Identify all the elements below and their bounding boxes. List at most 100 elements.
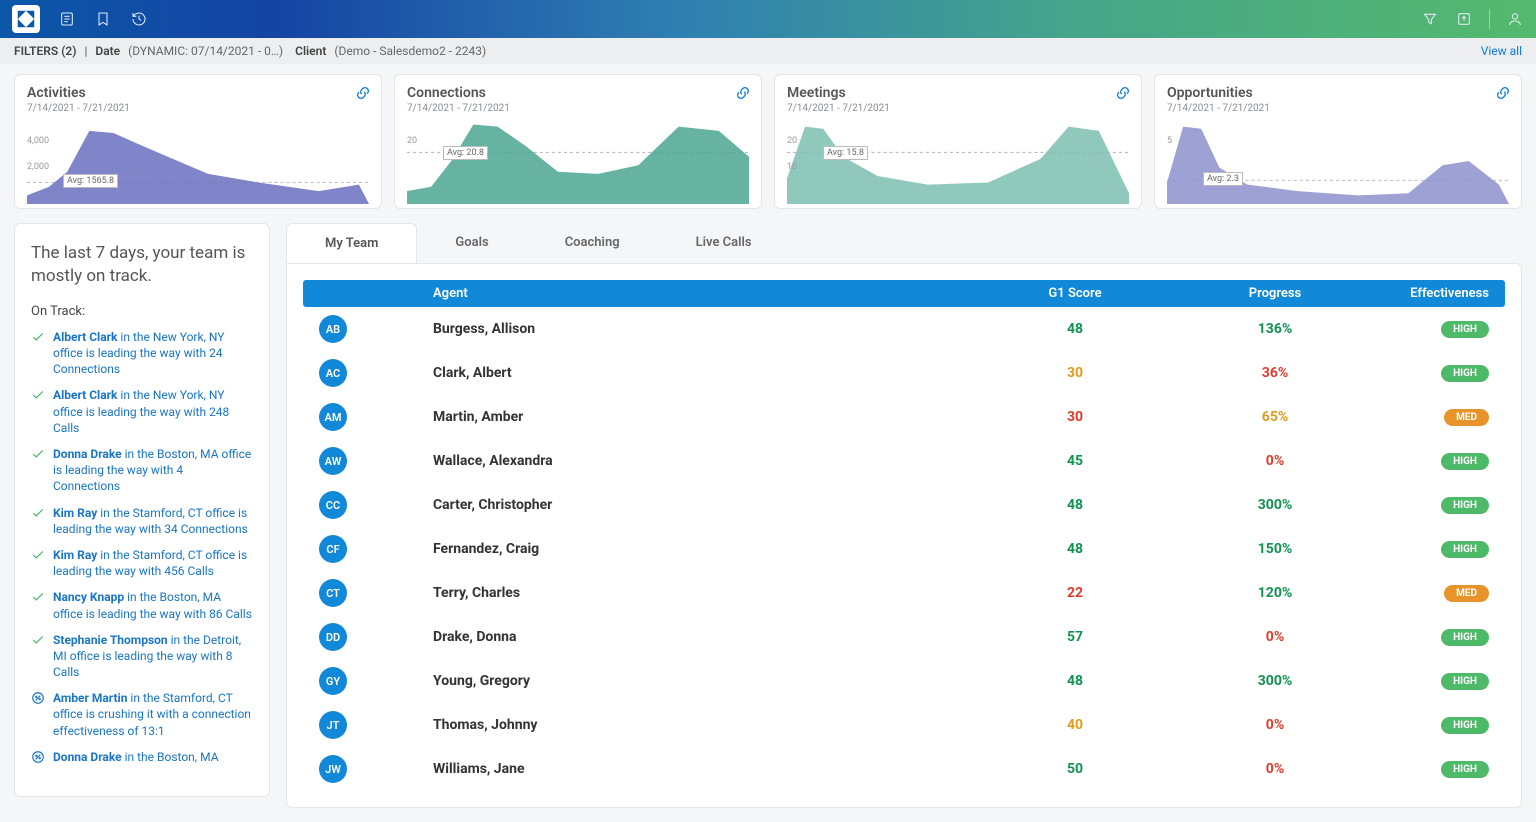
agent-name: Young, Gregory <box>433 673 975 689</box>
table-row[interactable]: GY Young, Gregory 48 300% HIGH <box>303 659 1505 703</box>
agent-name: Thomas, Johnny <box>433 717 975 733</box>
insights-panel: The last 7 days, your team is mostly on … <box>14 223 270 797</box>
insight-item[interactable]: Donna Drake in the Boston, MA <box>31 749 253 768</box>
table-row[interactable]: CC Carter, Christopher 48 300% HIGH <box>303 483 1505 527</box>
progress-value: 0% <box>1175 453 1375 469</box>
g1-score: 50 <box>975 761 1175 777</box>
metric-card-activities[interactable]: Activities 7/14/2021 - 7/21/2021 4,0002,… <box>14 74 382 209</box>
col-progress[interactable]: Progress <box>1175 286 1375 301</box>
metric-card-opportunities[interactable]: Opportunities 7/14/2021 - 7/21/2021 5 Av… <box>1154 74 1522 209</box>
top-nav <box>0 0 1536 38</box>
agent-name: Wallace, Alexandra <box>433 453 975 469</box>
progress-value: 0% <box>1175 761 1375 777</box>
avatar: AW <box>319 447 347 475</box>
agent-name: Clark, Albert <box>433 365 975 381</box>
metric-card-connections[interactable]: Connections 7/14/2021 - 7/21/2021 20 Avg… <box>394 74 762 209</box>
table-row[interactable]: AC Clark, Albert 30 36% HIGH <box>303 351 1505 395</box>
avatar: JT <box>319 711 347 739</box>
avatar: AB <box>319 315 347 343</box>
agent-name: Burgess, Allison <box>433 321 975 337</box>
check-icon <box>31 548 45 579</box>
check-icon <box>31 633 45 681</box>
ratio-icon <box>31 691 45 739</box>
agent-name: Martin, Amber <box>433 409 975 425</box>
progress-value: 136% <box>1175 321 1375 337</box>
insight-item[interactable]: Stephanie Thompson in the Detroit, MI of… <box>31 632 253 681</box>
table-row[interactable]: AW Wallace, Alexandra 45 0% HIGH <box>303 439 1505 483</box>
user-icon[interactable] <box>1506 10 1524 28</box>
export-icon[interactable] <box>1455 10 1473 28</box>
avg-label: Avg: 2.3 <box>1203 172 1243 186</box>
tab-live calls[interactable]: Live Calls <box>658 223 790 263</box>
g1-score: 45 <box>975 453 1175 469</box>
insight-item[interactable]: Amber Martin in the Stamford, CT office … <box>31 690 253 739</box>
progress-value: 65% <box>1175 409 1375 425</box>
tab-coaching[interactable]: Coaching <box>527 223 658 263</box>
card-title: Meetings <box>787 85 1129 101</box>
g1-score: 57 <box>975 629 1175 645</box>
team-table-card: Agent G1 Score Progress Effectiveness AB… <box>286 263 1522 808</box>
table-row[interactable]: CF Fernandez, Craig 48 150% HIGH <box>303 527 1505 571</box>
table-row[interactable]: CT Terry, Charles 22 120% MED <box>303 571 1505 615</box>
sheet-icon[interactable] <box>58 10 76 28</box>
top-nav-left <box>12 5 148 33</box>
check-icon <box>31 330 45 378</box>
bookmark-icon[interactable] <box>94 10 112 28</box>
table-row[interactable]: DD Drake, Donna 57 0% HIGH <box>303 615 1505 659</box>
card-title: Opportunities <box>1167 85 1509 101</box>
check-icon <box>31 388 45 436</box>
effectiveness-badge: HIGH <box>1441 497 1489 514</box>
avatar: GY <box>319 667 347 695</box>
effectiveness-badge: MED <box>1444 585 1489 602</box>
date-label: Date <box>95 44 120 58</box>
avg-label: Avg: 20.8 <box>443 146 488 160</box>
table-header: Agent G1 Score Progress Effectiveness <box>303 280 1505 307</box>
insights-subtitle: On Track: <box>31 304 253 319</box>
check-icon <box>31 590 45 621</box>
filters-label[interactable]: FILTERS (2) <box>14 44 76 58</box>
card-range: 7/14/2021 - 7/21/2021 <box>407 103 749 114</box>
insight-item[interactable]: Albert Clark in the New York, NY office … <box>31 329 253 378</box>
col-score[interactable]: G1 Score <box>975 286 1175 301</box>
progress-value: 36% <box>1175 365 1375 381</box>
view-all-link[interactable]: View all <box>1481 44 1522 58</box>
agent-name: Williams, Jane <box>433 761 975 777</box>
app-logo[interactable] <box>12 5 40 33</box>
metric-card-meetings[interactable]: Meetings 7/14/2021 - 7/21/2021 2010 Avg:… <box>774 74 1142 209</box>
col-agent[interactable]: Agent <box>433 286 975 301</box>
area-chart: 5 Avg: 2.3 <box>1167 118 1509 204</box>
effectiveness-badge: HIGH <box>1441 541 1489 558</box>
g1-score: 30 <box>975 409 1175 425</box>
table-row[interactable]: AB Burgess, Allison 48 136% HIGH <box>303 307 1505 351</box>
tab-goals[interactable]: Goals <box>417 223 526 263</box>
link-icon[interactable] <box>355 85 371 105</box>
avatar: DD <box>319 623 347 651</box>
col-effectiveness[interactable]: Effectiveness <box>1375 286 1505 301</box>
insight-item[interactable]: Kim Ray in the Stamford, CT office is le… <box>31 547 253 579</box>
progress-value: 150% <box>1175 541 1375 557</box>
history-icon[interactable] <box>130 10 148 28</box>
card-title: Connections <box>407 85 749 101</box>
insight-item[interactable]: Donna Drake in the Boston, MA office is … <box>31 446 253 495</box>
progress-value: 0% <box>1175 629 1375 645</box>
table-row[interactable]: AM Martin, Amber 30 65% MED <box>303 395 1505 439</box>
avatar: CT <box>319 579 347 607</box>
filter-icon[interactable] <box>1421 10 1439 28</box>
client-value[interactable]: (Demo - Salesdemo2 - 2243) <box>334 44 486 58</box>
table-row[interactable]: JT Thomas, Johnny 40 0% HIGH <box>303 703 1505 747</box>
progress-value: 300% <box>1175 673 1375 689</box>
content-tabs: My TeamGoalsCoachingLive Calls <box>286 223 1522 263</box>
link-icon[interactable] <box>1495 85 1511 105</box>
table-row[interactable]: JW Williams, Jane 50 0% HIGH <box>303 747 1505 791</box>
insight-item[interactable]: Albert Clark in the New York, NY office … <box>31 387 253 436</box>
insight-item[interactable]: Kim Ray in the Stamford, CT office is le… <box>31 505 253 537</box>
link-icon[interactable] <box>1115 85 1131 105</box>
tab-my team[interactable]: My Team <box>286 223 417 263</box>
date-value[interactable]: (DYNAMIC: 07/14/2021 - 0…) <box>128 44 283 58</box>
effectiveness-badge: HIGH <box>1441 673 1489 690</box>
insight-item[interactable]: Nancy Knapp in the Boston, MA office is … <box>31 589 253 621</box>
link-icon[interactable] <box>735 85 751 105</box>
area-chart: 2010 Avg: 15.8 <box>787 118 1129 204</box>
divider <box>1489 9 1490 29</box>
g1-score: 48 <box>975 541 1175 557</box>
